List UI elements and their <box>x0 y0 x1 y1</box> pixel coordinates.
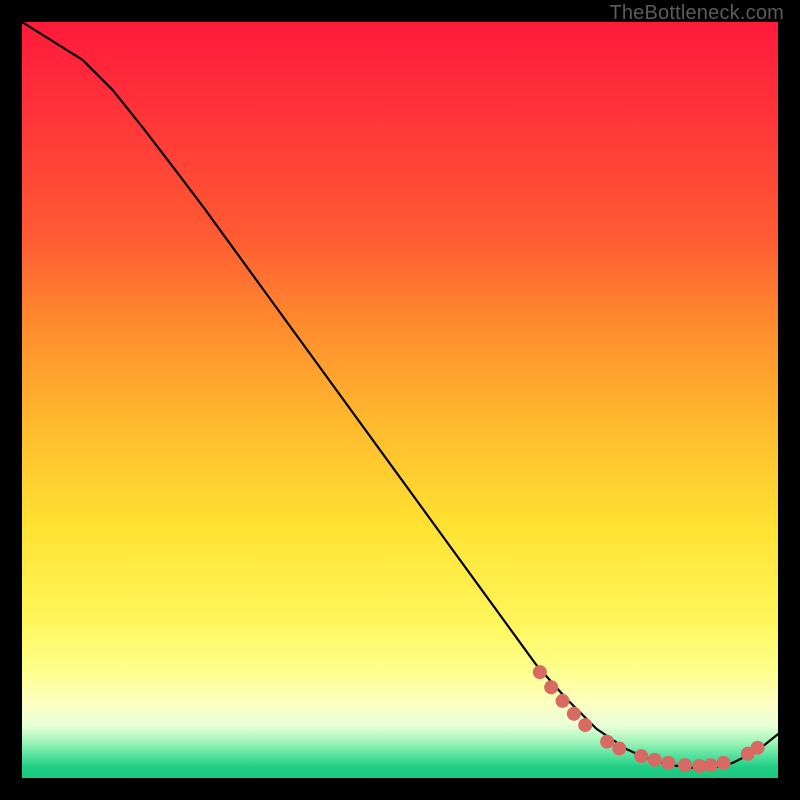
highlight-dot <box>634 749 648 763</box>
highlight-dot <box>578 718 592 732</box>
highlight-dot <box>556 694 570 708</box>
highlight-dot <box>544 680 558 694</box>
highlight-dot <box>612 742 626 756</box>
bottleneck-curve <box>22 22 778 768</box>
highlight-dot <box>600 735 614 749</box>
highlight-dot <box>567 707 581 721</box>
highlight-dot <box>533 665 547 679</box>
highlight-dot <box>717 756 731 770</box>
highlight-dot <box>678 758 692 772</box>
highlight-dot <box>648 753 662 767</box>
highlight-dots <box>533 665 765 773</box>
watermark-text: TheBottleneck.com <box>609 2 784 25</box>
plot-area <box>22 22 778 778</box>
highlight-dot <box>661 756 675 770</box>
chart-frame: TheBottleneck.com <box>0 0 800 800</box>
highlight-dot <box>751 741 765 755</box>
curve-layer <box>22 22 778 778</box>
highlight-dot <box>704 758 718 772</box>
